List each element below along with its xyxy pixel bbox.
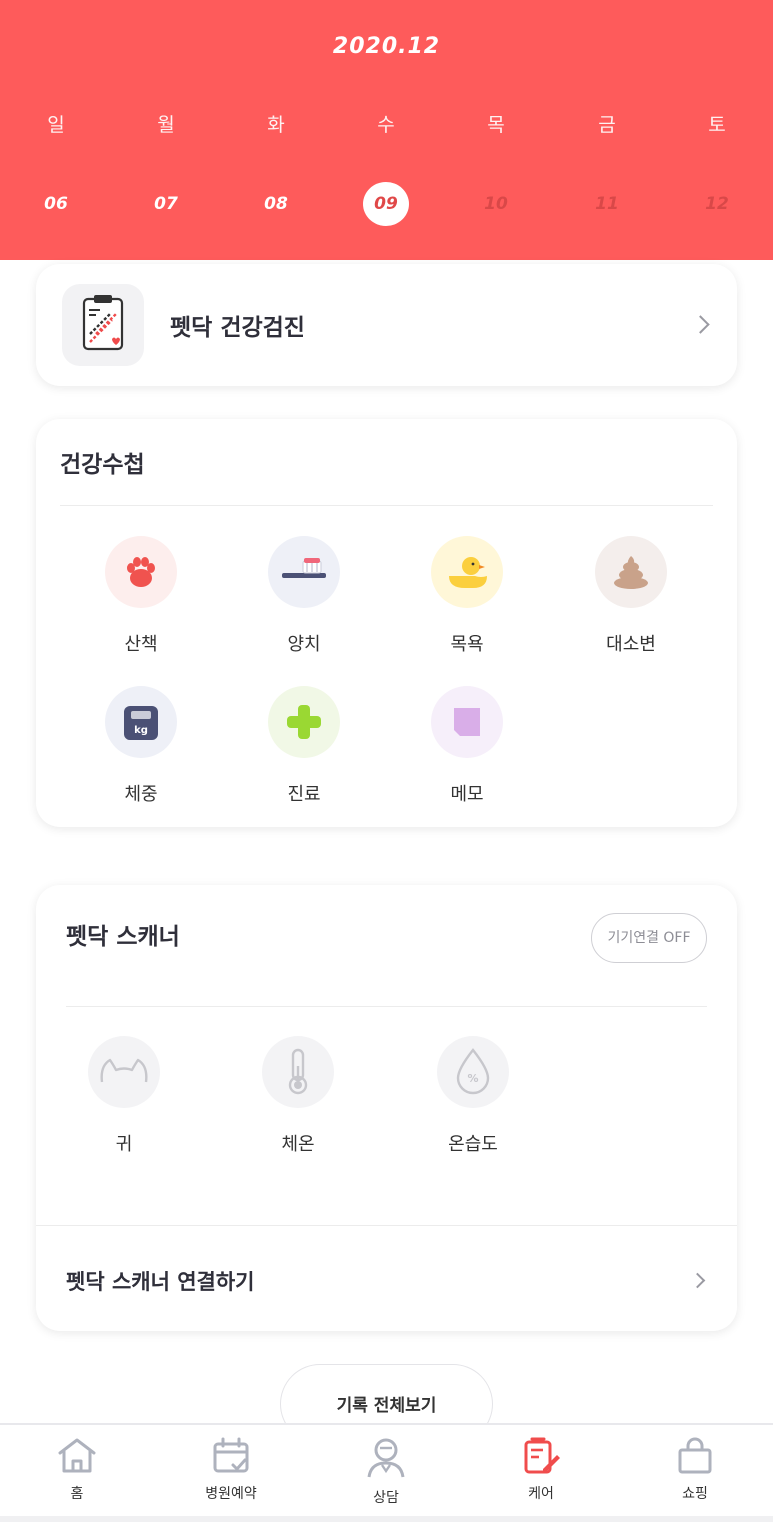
calendar-icon <box>213 1437 249 1473</box>
checkup-title: 펫닥 건강검진 <box>170 315 305 341</box>
health-item-label: 목욕 <box>450 634 484 655</box>
date-12[interactable]: 12 <box>687 182 747 226</box>
date-11[interactable]: 11 <box>577 182 637 226</box>
health-item-brushing[interactable]: 양치 <box>244 536 364 656</box>
scanner-item-label: 귀 <box>115 1134 133 1155</box>
scanner-item-label: 체온 <box>281 1134 315 1155</box>
health-item-label: 진료 <box>287 784 321 805</box>
chevron-right-icon <box>689 1272 706 1289</box>
scanner-item-label: 온습도 <box>448 1134 498 1155</box>
date-10[interactable]: 10 <box>466 182 526 226</box>
paw-icon <box>105 536 177 608</box>
memo-icon <box>431 686 503 758</box>
bottom-navigation: 홈 병원예약 상담 케어 쇼핑 <box>0 1423 773 1522</box>
date-08[interactable]: 08 <box>246 182 306 226</box>
poop-icon <box>595 536 667 608</box>
date-06[interactable]: 06 <box>26 182 86 226</box>
health-notebook-card: 건강수첩 산책 양치 목욕 대소변 kg 체중 진료 메모 <box>36 419 737 827</box>
consult-icon <box>367 1438 405 1478</box>
health-notebook-title: 건강수첩 <box>60 452 145 478</box>
nav-consult[interactable]: 상담 <box>331 1435 441 1507</box>
weekday-sat: 토 <box>708 114 726 136</box>
nav-label: 홈 <box>70 1486 84 1502</box>
health-item-weight[interactable]: kg 체중 <box>81 686 201 806</box>
nav-shopping[interactable]: 쇼핑 <box>640 1435 750 1503</box>
health-item-label: 산책 <box>124 634 158 655</box>
plus-icon <box>268 686 340 758</box>
health-item-treatment[interactable]: 진료 <box>244 686 364 806</box>
health-item-label: 대소변 <box>606 634 656 655</box>
date-07[interactable]: 07 <box>136 182 196 226</box>
health-item-bowel[interactable]: 대소변 <box>571 536 691 656</box>
scale-icon: kg <box>105 686 177 758</box>
health-item-label: 체중 <box>124 784 158 805</box>
device-connection-badge[interactable]: 기기연결 OFF <box>591 913 707 963</box>
nav-label: 병원예약 <box>205 1486 257 1502</box>
weekday-wed: 수 <box>377 114 395 136</box>
duck-icon <box>431 536 503 608</box>
nav-home[interactable]: 홈 <box>22 1435 132 1503</box>
nav-label: 상담 <box>373 1490 399 1506</box>
chevron-right-icon <box>691 315 710 334</box>
svg-text:kg: kg <box>134 725 148 736</box>
health-item-label: 메모 <box>450 784 484 805</box>
divider <box>60 505 713 506</box>
health-item-walk[interactable]: 산책 <box>81 536 201 656</box>
nav-care[interactable]: 케어 <box>486 1435 596 1503</box>
shopping-bag-icon <box>678 1437 712 1474</box>
weekday-mon: 월 <box>157 114 175 136</box>
health-checkup-card[interactable]: 펫닥 건강검진 <box>36 264 737 386</box>
weekday-thu: 목 <box>487 114 505 136</box>
humidity-icon: % <box>437 1036 509 1108</box>
care-icon <box>524 1437 560 1474</box>
scanner-item-temperature[interactable]: 체온 <box>238 1036 358 1156</box>
nav-label: 쇼핑 <box>682 1486 708 1502</box>
scanner-item-humidity[interactable]: % 온습도 <box>413 1036 533 1156</box>
health-item-label: 양치 <box>287 634 321 655</box>
nav-hospital-booking[interactable]: 병원예약 <box>176 1435 286 1503</box>
scanner-connect-link[interactable]: 펫닥 스캐너 연결하기 <box>66 1266 255 1296</box>
svg-text:%: % <box>467 1072 478 1085</box>
health-item-memo[interactable]: 메모 <box>407 686 527 806</box>
ear-icon <box>88 1036 160 1108</box>
calendar-header: 2020.12 일 월 화 수 목 금 토 06 07 08 09 10 11 … <box>0 0 773 260</box>
health-item-bath[interactable]: 목욕 <box>407 536 527 656</box>
weekday-tue: 화 <box>267 114 285 136</box>
thermometer-icon <box>262 1036 334 1108</box>
weekday-fri: 금 <box>598 114 616 136</box>
nav-label: 케어 <box>528 1486 554 1502</box>
weekday-sun: 일 <box>47 114 65 136</box>
home-icon <box>58 1438 96 1473</box>
calendar-month: 2020.12 <box>332 34 441 59</box>
clipboard-icon <box>62 284 144 366</box>
divider <box>66 1006 707 1007</box>
scanner-title: 펫닥 스캐너 <box>66 924 180 950</box>
toothbrush-icon <box>268 536 340 608</box>
scanner-card: 펫닥 스캐너 기기연결 OFF 귀 체온 % 온습도 펫닥 스캐너 연결하기 <box>36 885 737 1331</box>
date-09-selected[interactable]: 09 <box>363 182 409 226</box>
scanner-item-ear[interactable]: 귀 <box>64 1036 184 1156</box>
divider <box>36 1225 737 1226</box>
